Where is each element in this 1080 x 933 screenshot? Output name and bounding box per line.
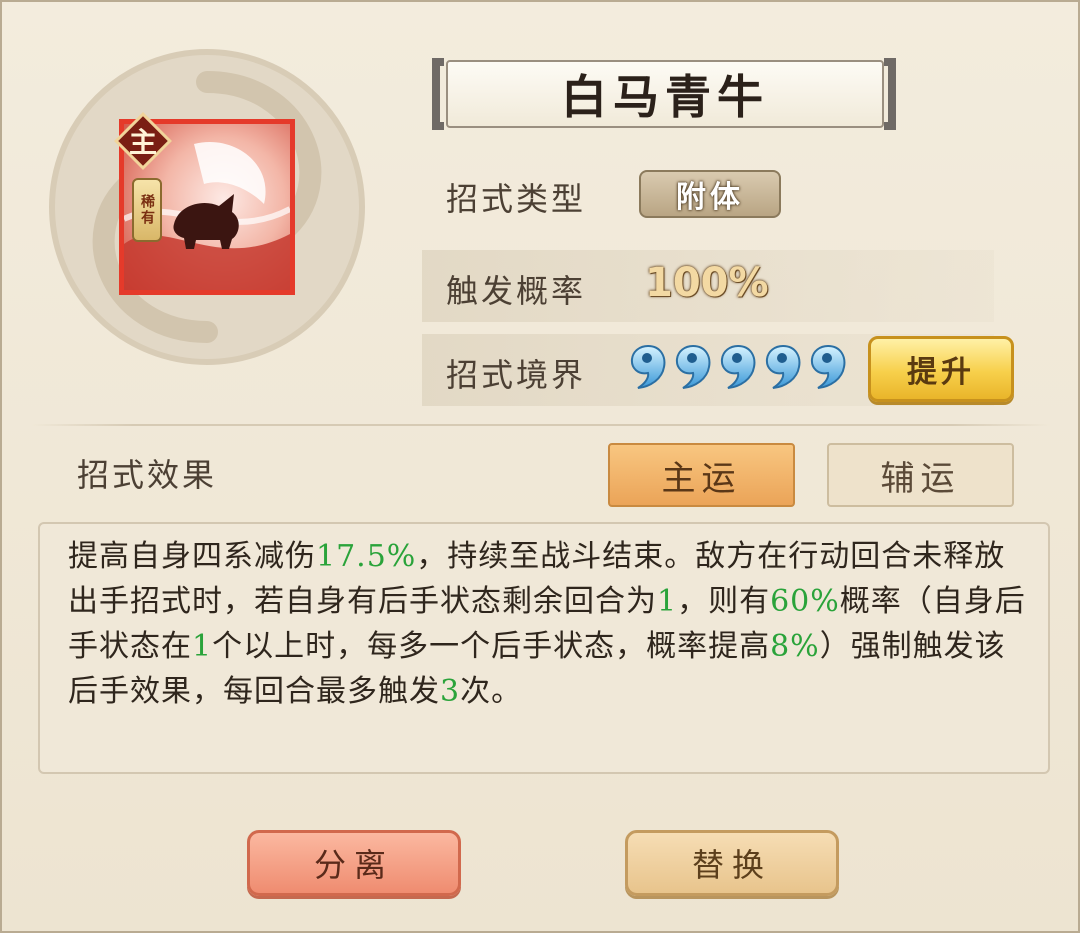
upgrade-button[interactable]: 提升	[868, 336, 1014, 402]
skill-type-value: 附体	[639, 170, 781, 218]
trigger-rate-label: 触发概率	[446, 272, 587, 310]
title-bracket-right	[884, 58, 896, 130]
realm-drop-icon	[675, 344, 711, 389]
realm-drop-icon	[810, 344, 846, 389]
tab-main[interactable]: 主运	[608, 443, 795, 507]
effect-description: 提高自身四系减伤17.5%，持续至战斗结束。敌方在行动回合未释放出手招式时，若自…	[38, 522, 1050, 774]
skill-type-label: 招式类型	[446, 180, 587, 218]
title-bracket-left	[432, 58, 444, 130]
replace-button[interactable]: 替换	[625, 830, 839, 896]
separate-button[interactable]: 分离	[247, 830, 461, 896]
skill-detail-panel: 主 稀有 白马青牛 招式类型 附体 触发概率 100% 招式境界 提升 招式效果…	[0, 0, 1080, 933]
skill-title: 白马青牛	[446, 60, 884, 128]
realm-drop-icon	[630, 344, 666, 389]
divider	[32, 424, 1050, 426]
realm-drop-icon	[720, 344, 756, 389]
trigger-rate-value: 100%	[645, 260, 769, 306]
realm-label: 招式境界	[446, 356, 587, 394]
main-badge-label: 主	[128, 126, 157, 159]
rarity-badge: 稀有	[132, 178, 162, 242]
effect-label: 招式效果	[77, 456, 218, 494]
realm-drop-icon	[765, 344, 801, 389]
tab-aux[interactable]: 辅运	[827, 443, 1014, 507]
